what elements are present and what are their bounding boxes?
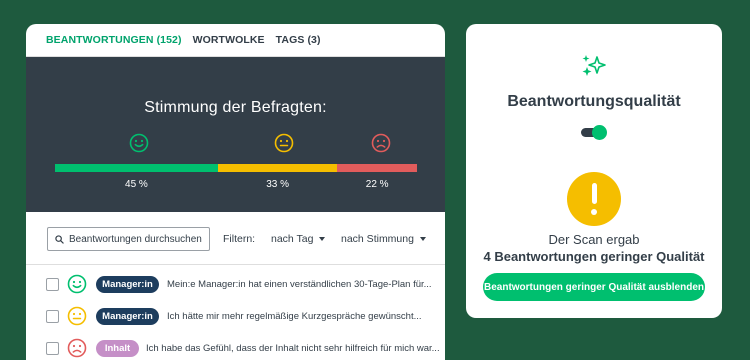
filter-tag-dropdown[interactable]: nach Tag <box>271 233 326 245</box>
smiley-positive-icon <box>129 133 149 153</box>
response-tag[interactable]: Manager:in <box>96 275 159 293</box>
sentiment-bar-positive <box>55 164 218 172</box>
sparkle-icon <box>582 55 606 76</box>
filter-tag-label: nach Tag <box>271 233 314 245</box>
tab-responses[interactable]: BEANTWORTUNGEN (152) <box>46 34 182 46</box>
smiley-neutral-icon <box>67 306 87 326</box>
row-checkbox[interactable] <box>46 341 59 355</box>
smiley-negative-icon <box>67 338 87 358</box>
chevron-down-icon <box>419 237 426 241</box>
quality-card: Beantwortungsqualität Der Scan ergab 4 B… <box>466 24 722 318</box>
quality-title: Beantwortungsqualität <box>507 93 681 110</box>
search-icon <box>55 234 64 244</box>
scan-result-count: 4 Beantwortungen geringer Qualität <box>483 249 705 264</box>
search-input[interactable]: Beantwortungen durchsuchen <box>47 227 210 251</box>
smiley-neutral-icon <box>274 133 294 153</box>
sentiment-bar-neutral <box>217 164 338 172</box>
response-text: Ich habe das Gefühl, dass der Inhalt nic… <box>146 342 440 354</box>
filter-label: Filtern: <box>223 233 256 245</box>
sentiment-percent-positive: 45 % <box>125 179 148 190</box>
response-tag[interactable]: Manager:in <box>96 307 159 325</box>
smiley-negative-icon <box>371 133 391 153</box>
response-row[interactable]: Manager:in Ich hätte mir mehr regelmäßig… <box>26 300 445 332</box>
filter-sentiment-label: nach Stimmung <box>341 233 414 245</box>
hide-low-quality-button[interactable]: Beantwortungen geringer Qualität ausblen… <box>483 273 705 301</box>
tab-bar: BEANTWORTUNGEN (152) WORTWOLKE TAGS (3) <box>26 24 445 57</box>
tab-tags[interactable]: TAGS (3) <box>276 34 321 46</box>
filter-toolbar: Beantwortungen durchsuchen Filtern: nach… <box>26 212 445 265</box>
sentiment-percent-negative: 22 % <box>365 179 389 190</box>
response-row[interactable]: Inhalt Ich habe das Gefühl, dass der Inh… <box>26 332 445 360</box>
sentiment-percent-neutral: 33 % <box>266 179 290 190</box>
scan-result-text: Der Scan ergab <box>548 232 640 247</box>
response-row[interactable]: Manager:in Mein:e Manager:in hat einen v… <box>26 268 445 300</box>
toggle-knob <box>592 125 607 140</box>
sentiment-bar-negative <box>337 164 417 172</box>
filter-sentiment-dropdown[interactable]: nach Stimmung <box>341 233 426 245</box>
smiley-positive-icon <box>67 274 87 294</box>
row-checkbox[interactable] <box>46 309 59 323</box>
responses-panel: BEANTWORTUNGEN (152) WORTWOLKE TAGS (3) … <box>26 24 445 360</box>
exclamation-icon <box>567 172 621 226</box>
row-checkbox[interactable] <box>46 277 59 291</box>
response-text: Ich hätte mir mehr regelmäßige Kurzgespr… <box>167 310 422 322</box>
search-placeholder: Beantwortungen durchsuchen <box>69 233 202 245</box>
sentiment-summary: Stimmung der Befragten: 45 % 33 % 22 % <box>26 57 445 212</box>
response-tag[interactable]: Inhalt <box>96 339 139 357</box>
chevron-down-icon <box>319 237 326 241</box>
sentiment-title: Stimmung der Befragten: <box>144 99 327 116</box>
response-text: Mein:e Manager:in hat einen verständlich… <box>167 278 432 290</box>
tab-word-cloud[interactable]: WORTWOLKE <box>193 34 265 46</box>
quality-toggle[interactable] <box>581 125 607 140</box>
